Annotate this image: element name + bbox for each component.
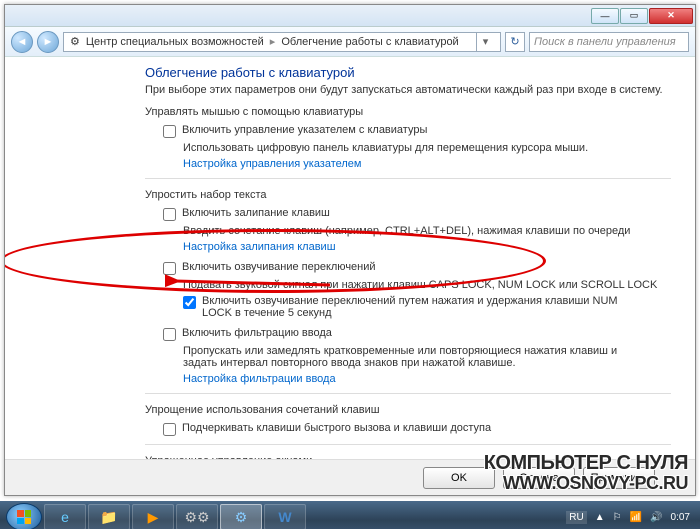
section-shortcuts-title: Упрощение использования сочетаний клавиш — [145, 404, 671, 416]
checkbox-label: Включить управление указателем с клавиат… — [182, 124, 427, 136]
link-mouse-keys-settings[interactable]: Настройка управления указателем — [183, 158, 671, 170]
description-text: Пропускать или замедлять кратковременные… — [183, 345, 643, 369]
divider — [145, 393, 671, 394]
checkbox-label: Включить фильтрацию ввода — [182, 327, 332, 339]
taskbar-item-control-panel[interactable]: ⚙ — [220, 504, 262, 529]
watermark-line1: КОМПЬЮТЕР С НУЛЯ — [484, 453, 688, 474]
page-intro: При выборе этих параметров они будут зап… — [145, 84, 671, 96]
start-button[interactable] — [6, 503, 42, 529]
taskbar-item-gears[interactable]: ⚙⚙ — [176, 504, 218, 529]
breadcrumb-dropdown[interactable]: ▾ — [476, 32, 494, 52]
link-filter-keys-settings[interactable]: Настройка фильтрации ввода — [183, 373, 671, 385]
close-button[interactable]: ✕ — [649, 8, 693, 24]
watermark-overlay: КОМПЬЮТЕР С НУЛЯ WWW.OSNOVY-PC.RU — [484, 453, 688, 493]
description-text: Использовать цифровую панель клавиатуры … — [183, 142, 671, 154]
checkbox-label: Включить залипание клавиш — [182, 207, 330, 219]
page-title: Облегчение работы с клавиатурой — [145, 65, 671, 80]
action-center-icon[interactable]: ⚐ — [613, 512, 622, 523]
checkbox-filter-keys[interactable] — [163, 328, 176, 341]
taskbar: e 📁 ▶ ⚙⚙ ⚙ W RU ▲ ⚐ 📶 🔊 0:07 — [0, 501, 700, 529]
divider — [145, 444, 671, 445]
control-panel-icon: ⚙ — [235, 509, 248, 526]
checkbox-sticky-keys[interactable] — [163, 208, 176, 221]
checkbox-mouse-keys[interactable] — [163, 125, 176, 138]
section-mouse-title: Управлять мышью с помощью клавиатуры — [145, 106, 671, 118]
content-pane: Облегчение работы с клавиатурой При выбо… — [5, 57, 695, 459]
checkbox-toggle-keys-numlock[interactable] — [183, 296, 196, 309]
network-icon[interactable]: 📶 — [630, 512, 642, 523]
divider — [145, 178, 671, 179]
checkbox-underline-shortcuts[interactable] — [163, 423, 176, 436]
window-titlebar: — ▭ ✕ — [5, 5, 695, 27]
maximize-button[interactable]: ▭ — [620, 8, 648, 24]
control-panel-window: — ▭ ✕ ◄ ► ⚙ Центр специальных возможност… — [4, 4, 696, 496]
language-indicator[interactable]: RU — [566, 511, 586, 524]
link-sticky-keys-settings[interactable]: Настройка залипания клавиш — [183, 241, 671, 253]
annotation-arrow-icon — [165, 267, 335, 297]
description-text: Вводить сочетание клавиш (например, CTRL… — [183, 225, 671, 237]
address-breadcrumb[interactable]: ⚙ Центр специальных возможностей ▸ Облег… — [63, 32, 501, 52]
taskbar-item-word[interactable]: W — [264, 504, 306, 529]
breadcrumb-icon: ⚙ — [70, 35, 80, 48]
taskbar-item-wmp[interactable]: ▶ — [132, 504, 174, 529]
taskbar-item-ie[interactable]: e — [44, 504, 86, 529]
search-input[interactable]: Поиск в панели управления — [529, 32, 689, 52]
back-button[interactable]: ◄ — [11, 31, 33, 53]
checkbox-label: Подчеркивать клавиши быстрого вызова и к… — [182, 422, 491, 434]
tray-up-icon[interactable]: ▲ — [595, 512, 605, 523]
clock[interactable]: 0:07 — [671, 512, 690, 523]
breadcrumb-item[interactable]: Облегчение работы с клавиатурой — [281, 36, 458, 48]
refresh-button[interactable]: ↻ — [505, 32, 525, 52]
system-tray: RU ▲ ⚐ 📶 🔊 0:07 — [566, 511, 694, 524]
taskbar-item-explorer[interactable]: 📁 — [88, 504, 130, 529]
minimize-button[interactable]: — — [591, 8, 619, 24]
forward-button[interactable]: ► — [37, 31, 59, 53]
watermark-line2: WWW.OSNOVY-PC.RU — [484, 474, 688, 493]
navigation-bar: ◄ ► ⚙ Центр специальных возможностей ▸ О… — [5, 27, 695, 57]
windows-logo-icon — [17, 510, 31, 524]
checkbox-label: Включить озвучивание переключений путем … — [202, 295, 632, 319]
breadcrumb-item[interactable]: Центр специальных возможностей — [86, 36, 264, 48]
section-typing-title: Упростить набор текста — [145, 189, 671, 201]
volume-icon[interactable]: 🔊 — [650, 512, 662, 523]
chevron-right-icon: ▸ — [270, 35, 276, 48]
